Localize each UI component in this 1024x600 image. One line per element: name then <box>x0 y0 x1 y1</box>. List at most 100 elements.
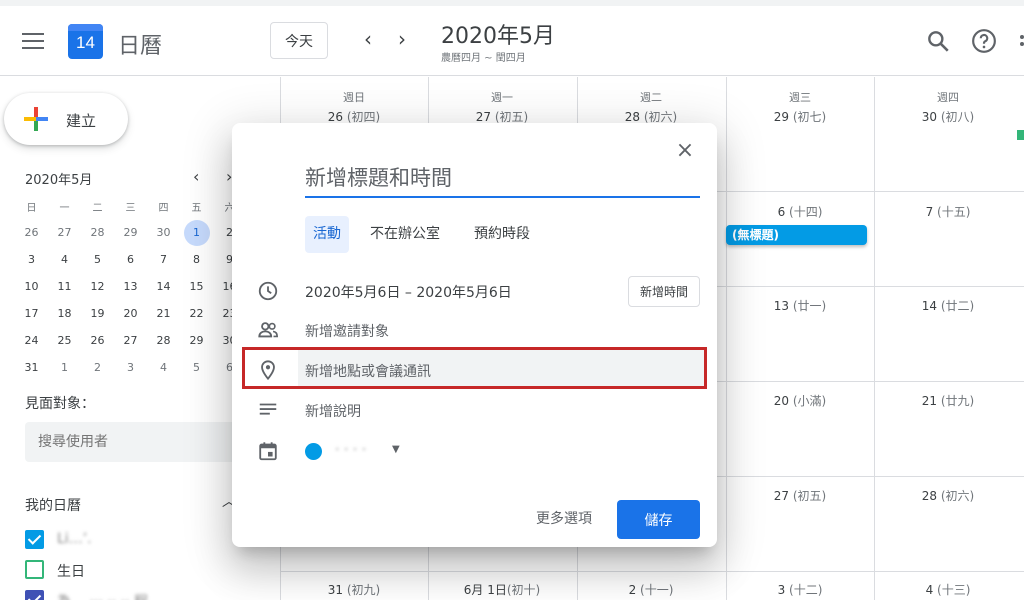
mini-day[interactable]: 3 <box>114 354 147 381</box>
day-cell-label[interactable]: 3 (十二) <box>726 581 874 598</box>
mini-weekday: 三 <box>125 203 136 214</box>
mini-week-row: 17 18 19 20 21 22 23 <box>15 300 247 327</box>
mini-day[interactable]: 5 <box>81 246 114 273</box>
next-period-icon[interactable]: › <box>390 28 414 52</box>
calendar-label: 生日 <box>57 564 85 580</box>
dropdown-arrow-icon[interactable]: ▼ <box>392 444 400 455</box>
mini-day[interactable]: 2 <box>81 354 114 381</box>
app-header: 14 日曆 今天 ‹ › 2020年5月 農曆四月 ~ 閏四月 <box>0 0 1024 76</box>
my-calendars-label[interactable]: 我的日曆 <box>25 495 81 515</box>
mini-day[interactable]: 11 <box>48 273 81 300</box>
mini-day[interactable]: 10 <box>15 273 48 300</box>
mini-day-selected[interactable]: 1 <box>180 219 213 246</box>
day-cell-label[interactable]: 4 (十三) <box>874 581 1022 598</box>
mini-day[interactable]: 27 <box>114 327 147 354</box>
day-cell-label[interactable]: 2 (十一) <box>577 581 725 598</box>
save-button[interactable]: 儲存 <box>617 500 700 539</box>
calendar-select[interactable]: · · · · <box>335 442 366 458</box>
search-icon[interactable] <box>925 28 951 54</box>
day-cell-label[interactable]: 27 (初五) <box>726 487 874 504</box>
mini-weekday: 一 <box>59 203 70 214</box>
day-cell-label[interactable]: 13 (廿一) <box>726 297 874 314</box>
day-cell-label[interactable]: 31 (初九) <box>280 581 428 598</box>
weekday-header: 週一 <box>491 91 513 104</box>
checkbox-checked-icon[interactable] <box>25 530 44 549</box>
mini-day[interactable]: 4 <box>147 354 180 381</box>
mini-day[interactable]: 15 <box>180 273 213 300</box>
mini-day[interactable]: 31 <box>15 354 48 381</box>
today-button[interactable]: 今天 <box>270 22 328 59</box>
mini-day[interactable]: 5 <box>180 354 213 381</box>
mini-day[interactable]: 30 <box>147 219 180 246</box>
help-icon[interactable] <box>971 28 997 54</box>
add-time-button[interactable]: 新增時間 <box>628 276 700 307</box>
day-cell-label[interactable]: 14 (廿二) <box>874 297 1022 314</box>
mini-day[interactable]: 3 <box>15 246 48 273</box>
checkbox-checked-icon[interactable] <box>25 590 44 600</box>
mini-day[interactable]: 14 <box>147 273 180 300</box>
description-icon <box>259 403 277 415</box>
mini-day[interactable]: 13 <box>114 273 147 300</box>
clock-icon <box>258 281 278 301</box>
mini-calendar: 日 一 二 三 四 五 六 26 27 28 29 30 1 2 3 4 5 6… <box>15 199 247 381</box>
mini-week-row: 26 27 28 29 30 1 2 <box>15 219 247 246</box>
mini-weekday: 日 <box>26 203 37 214</box>
create-button[interactable]: 建立 <box>4 93 128 145</box>
event-chip[interactable]: (無標題) <box>726 225 867 245</box>
prev-period-icon[interactable]: ‹ <box>356 28 380 52</box>
mini-day[interactable]: 7 <box>147 246 180 273</box>
app-name: 日曆 <box>118 34 163 59</box>
add-guests-field[interactable]: 新增邀請對象 <box>305 321 389 341</box>
mini-day[interactable]: 4 <box>48 246 81 273</box>
mini-day[interactable]: 28 <box>147 327 180 354</box>
mini-day[interactable]: 20 <box>114 300 147 327</box>
mini-day[interactable]: 28 <box>81 219 114 246</box>
day-cell-label[interactable]: 29 (初七) <box>726 108 874 125</box>
more-options-button[interactable]: 更多選項 <box>528 500 600 538</box>
day-cell-label[interactable]: 6月 1日(初十) <box>428 581 576 598</box>
mini-day[interactable]: 22 <box>180 300 213 327</box>
main-menu-icon[interactable] <box>22 33 44 49</box>
day-cell-label[interactable]: 28 (初六) <box>874 487 1022 504</box>
calendar-label: 為… ··· ·· ·· 程 <box>57 591 148 600</box>
mini-day[interactable]: 29 <box>180 327 213 354</box>
mini-day[interactable]: 26 <box>81 327 114 354</box>
tab-event[interactable]: 活動 <box>305 216 349 253</box>
add-description-field[interactable]: 新增說明 <box>305 401 361 421</box>
mini-day[interactable]: 21 <box>147 300 180 327</box>
day-cell-label[interactable]: 7 (十五) <box>874 203 1022 220</box>
checkbox-unchecked-icon[interactable] <box>25 560 44 579</box>
day-cell-label[interactable]: 21 (廿九) <box>874 392 1022 409</box>
mini-day[interactable]: 19 <box>81 300 114 327</box>
grid-line <box>874 77 875 600</box>
day-cell-label[interactable]: 20 (小滿) <box>726 392 874 409</box>
calendar-logo-icon[interactable]: 14 <box>68 24 103 59</box>
mini-day[interactable]: 27 <box>48 219 81 246</box>
mini-prev-icon[interactable]: ‹ <box>193 167 199 186</box>
tab-appointment-slots[interactable]: 預約時段 <box>466 216 538 253</box>
close-icon[interactable]: × <box>674 140 696 162</box>
event-edge-marker <box>1017 130 1024 140</box>
search-people-input[interactable] <box>25 422 255 462</box>
day-cell-label[interactable]: 6 (十四) <box>726 203 874 220</box>
date-range[interactable]: 2020年5月6日 – 2020年5月6日 <box>305 282 512 302</box>
settings-icon[interactable] <box>1016 28 1024 54</box>
mini-day[interactable]: 24 <box>15 327 48 354</box>
mini-day[interactable]: 8 <box>180 246 213 273</box>
mini-day[interactable]: 29 <box>114 219 147 246</box>
page-title: 2020年5月 <box>441 24 555 49</box>
day-cell-label[interactable]: 30 (初八) <box>874 108 1022 125</box>
highlight-box <box>242 347 707 389</box>
mini-weekday: 四 <box>158 203 169 214</box>
mini-day[interactable]: 25 <box>48 327 81 354</box>
grid-line <box>280 571 1024 572</box>
mini-day[interactable]: 18 <box>48 300 81 327</box>
calendar-color-dot <box>305 443 322 460</box>
mini-day[interactable]: 26 <box>15 219 48 246</box>
mini-day[interactable]: 12 <box>81 273 114 300</box>
tab-out-of-office[interactable]: 不在辦公室 <box>362 216 448 253</box>
mini-day[interactable]: 17 <box>15 300 48 327</box>
mini-day[interactable]: 1 <box>48 354 81 381</box>
event-title-input[interactable] <box>305 163 700 198</box>
mini-day[interactable]: 6 <box>114 246 147 273</box>
